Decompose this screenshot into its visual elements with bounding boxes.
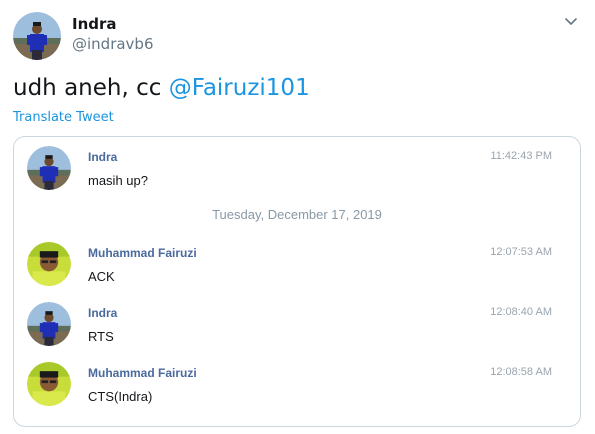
avatar [27, 242, 71, 286]
chat-message: Muhammad Fairuzi 12:07:53 AM ACK [14, 242, 580, 292]
message-sender: Indra [88, 150, 118, 164]
author-name[interactable]: Indra [72, 15, 117, 33]
chat-message: Indra 11:42:43 PM masih up? [14, 146, 580, 196]
message-text: CTS(Indra) [88, 389, 153, 404]
message-time: 12:08:40 AM [490, 306, 552, 318]
chat-screenshot-card: Indra 11:42:43 PM masih up? Tuesday, Dec… [13, 136, 581, 427]
tweet-header: Indra @indravb6 [13, 12, 583, 60]
message-time: 12:08:58 AM [490, 366, 552, 378]
tweet-text-prefix: udh aneh, cc [13, 75, 169, 101]
avatar [27, 302, 71, 346]
date-separator: Tuesday, December 17, 2019 [212, 207, 382, 222]
message-time: 11:42:43 PM [490, 150, 552, 162]
author-handle[interactable]: @indravb6 [72, 35, 154, 53]
message-sender: Indra [88, 306, 118, 320]
chat-message: Muhammad Fairuzi 12:08:58 AM CTS(Indra) [14, 362, 580, 412]
message-time: 12:07:53 AM [490, 246, 552, 258]
message-sender: Muhammad Fairuzi [88, 366, 197, 380]
avatar [27, 146, 71, 190]
message-text: masih up? [88, 173, 148, 188]
message-text: RTS [88, 329, 114, 344]
chat-message: Indra 12:08:40 AM RTS [14, 302, 580, 352]
avatar[interactable] [13, 12, 61, 60]
translate-tweet-link[interactable]: Translate Tweet [13, 110, 114, 125]
mention-link[interactable]: @Fairuzi101 [169, 75, 310, 101]
chevron-down-icon[interactable] [561, 14, 581, 30]
tweet-text: udh aneh, cc @Fairuzi101 [13, 75, 310, 101]
message-text: ACK [88, 269, 115, 284]
message-sender: Muhammad Fairuzi [88, 246, 197, 260]
avatar [27, 362, 71, 406]
